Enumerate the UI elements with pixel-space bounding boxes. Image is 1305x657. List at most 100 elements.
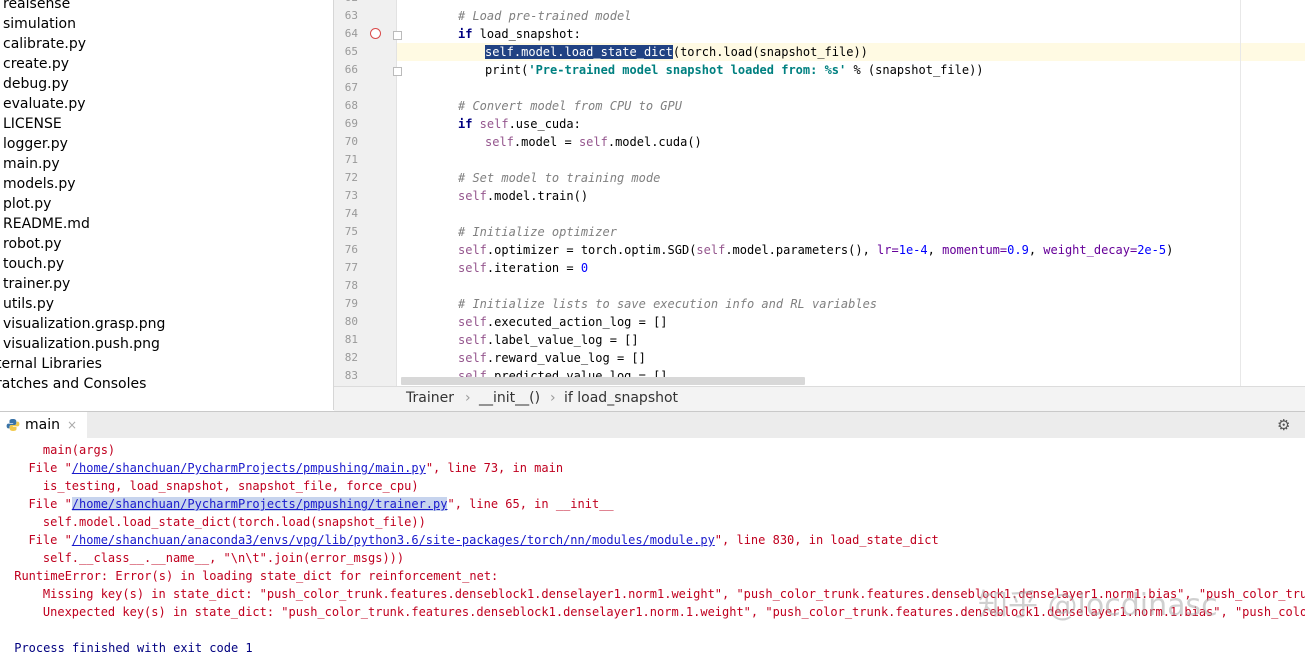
line-number: 77	[344, 261, 358, 274]
console-text: ", line 65, in __init__	[447, 497, 614, 511]
tree-item-touch[interactable]: touch.py	[3, 254, 64, 274]
tree-item-utils[interactable]: utils.py	[3, 294, 54, 314]
file-link[interactable]: /home/shanchuan/PycharmProjects/pmpushin…	[72, 461, 426, 475]
code-line-63[interactable]: # Load pre-trained model	[458, 7, 631, 25]
code-line-73[interactable]: self.model.train()	[458, 187, 588, 205]
keyword: if	[458, 27, 473, 41]
file-link[interactable]: /home/shanchuan/PycharmProjects/pmpushin…	[71, 497, 448, 511]
runtime-error-line: RuntimeError: Error(s) in loading state_…	[7, 569, 499, 583]
code-line-72[interactable]: # Set model to training mode	[458, 169, 660, 187]
exit-status-line: Process finished with exit code 1	[7, 641, 253, 655]
tree-item-debug[interactable]: debug.py	[3, 74, 69, 94]
console-line: self.model.load_state_dict(torch.load(sn…	[14, 515, 426, 529]
tree-item-trainer[interactable]: trainer.py	[3, 274, 70, 294]
tree-item-readme[interactable]: README.md	[3, 214, 90, 234]
line-number: 80	[344, 315, 358, 328]
console-output[interactable]: main(args) File "/home/shanchuan/Pycharm…	[0, 438, 1305, 657]
comment: # Initialize lists to save execution inf…	[458, 297, 878, 311]
number-literal: 0	[580, 261, 589, 275]
keyword-argument: weight_decay=	[1043, 243, 1138, 257]
code-line-75[interactable]: # Initialize optimizer	[458, 223, 617, 241]
watermark: 知乎 @locdinasc	[978, 588, 1218, 623]
code-line-65[interactable]: self.model.load_state_dict(torch.load(sn…	[485, 43, 868, 61]
line-number: 81	[344, 333, 358, 346]
tree-item-models[interactable]: models.py	[3, 174, 76, 194]
tree-item-robot[interactable]: robot.py	[3, 234, 62, 254]
keyword-argument: lr=	[877, 243, 899, 257]
code-text: .optimizer = torch.optim.SGD(	[486, 243, 697, 257]
code-line-70[interactable]: self.model = self.model.cuda()	[485, 133, 702, 151]
line-number: 63	[344, 9, 358, 22]
comment: # Initialize optimizer	[458, 225, 617, 239]
horizontal-scrollbar[interactable]	[401, 377, 805, 385]
tree-item-visualization-grasp[interactable]: visualization.grasp.png	[3, 314, 165, 334]
line-number: 66	[344, 63, 358, 76]
code-line-81[interactable]: self.label_value_log = []	[458, 331, 639, 349]
python-icon	[6, 419, 20, 431]
code-line-80[interactable]: self.executed_action_log = []	[458, 313, 668, 331]
console-line: File "/home/shanchuan/anaconda3/envs/vpg…	[14, 531, 938, 549]
selected-text: self.model.load_state_dict	[485, 45, 673, 59]
console-text: File "	[14, 497, 72, 511]
breadcrumb-item-init[interactable]: __init__()	[479, 390, 540, 406]
breadcrumb-item-trainer[interactable]: Trainer	[406, 390, 454, 406]
tree-item-main[interactable]: main.py	[3, 154, 60, 174]
tree-item-create[interactable]: create.py	[3, 54, 69, 74]
self-keyword: self	[458, 333, 487, 347]
code-text: .iteration =	[486, 261, 581, 275]
fold-marker-icon[interactable]	[393, 67, 402, 76]
console-line: self.__class__.__name__, "\n\t".join(err…	[14, 551, 405, 565]
breakpoint-icon[interactable]	[370, 28, 381, 39]
tab-main[interactable]: main ×	[0, 412, 88, 438]
breadcrumb-item-if-load-snapshot[interactable]: if load_snapshot	[564, 390, 678, 406]
fold-marker-icon[interactable]	[393, 31, 402, 40]
keyword: if	[458, 117, 473, 131]
code-text: ,	[927, 243, 943, 257]
self-keyword: self	[578, 135, 608, 149]
code-line-76[interactable]: self.optimizer = torch.optim.SGD(self.mo…	[458, 241, 1173, 259]
line-number: 83	[344, 369, 358, 382]
code-text: )	[1166, 243, 1174, 257]
tree-item-simulation[interactable]: simulation	[3, 14, 76, 34]
tree-item-license[interactable]: LICENSE	[3, 114, 62, 134]
line-number: 68	[344, 99, 358, 112]
code-text: .label_value_log = []	[486, 333, 639, 347]
tree-item-evaluate[interactable]: evaluate.py	[3, 94, 86, 114]
code-line-79[interactable]: # Initialize lists to save execution inf…	[458, 295, 877, 313]
gear-icon[interactable]: ⚙	[1277, 416, 1290, 434]
code-line-68[interactable]: # Convert model from CPU to GPU	[458, 97, 682, 115]
tree-item-visualization-push[interactable]: visualization.push.png	[3, 334, 160, 354]
editor-gutter[interactable]: 62 63 64 65 66 67 68 69 70 71 72 73 74 7…	[334, 0, 402, 386]
code-line-69[interactable]: if self.use_cuda:	[458, 115, 581, 133]
console-line: File "/home/shanchuan/PycharmProjects/pm…	[14, 495, 614, 513]
console-line: File "/home/shanchuan/PycharmProjects/pm…	[14, 459, 563, 477]
self-keyword: self	[458, 351, 487, 365]
right-margin-guide	[1240, 0, 1241, 386]
code-editor[interactable]: 62 63 64 65 66 67 68 69 70 71 72 73 74 7…	[334, 0, 1305, 386]
file-link[interactable]: /home/shanchuan/anaconda3/envs/vpg/lib/p…	[72, 533, 715, 547]
self-keyword: self	[458, 315, 487, 329]
line-number: 65	[344, 45, 358, 58]
self-keyword: self	[458, 261, 487, 275]
code-text: print(	[485, 63, 529, 77]
tree-item-calibrate[interactable]: calibrate.py	[3, 34, 86, 54]
line-number: 69	[344, 117, 358, 130]
tree-item-logger[interactable]: logger.py	[3, 134, 68, 154]
tree-item-plot[interactable]: plot.py	[3, 194, 51, 214]
tree-item-external-libraries[interactable]: ternal Libraries	[0, 354, 102, 374]
code-line-77[interactable]: self.iteration = 0	[458, 259, 588, 277]
code-text: (torch.load(snapshot_file))	[672, 45, 868, 59]
console-line: is_testing, load_snapshot, snapshot_file…	[14, 479, 419, 493]
keyword-argument: momentum=	[942, 243, 1008, 257]
code-line-82[interactable]: self.reward_value_log = []	[458, 349, 646, 367]
close-icon[interactable]: ×	[67, 418, 77, 432]
code-line-66[interactable]: print('Pre-trained model snapshot loaded…	[485, 61, 984, 79]
line-number: 67	[344, 81, 358, 94]
breadcrumb-separator-icon: ›	[465, 390, 471, 406]
self-keyword: self	[458, 189, 487, 203]
breadcrumb: Trainer › __init__() › if load_snapshot	[334, 386, 1305, 411]
tree-item-realsense[interactable]: realsense	[3, 0, 70, 14]
code-line-64[interactable]: if load_snapshot:	[458, 25, 581, 43]
tree-item-scratches-consoles[interactable]: ratches and Consoles	[0, 374, 146, 394]
console-text: File "	[14, 461, 72, 475]
